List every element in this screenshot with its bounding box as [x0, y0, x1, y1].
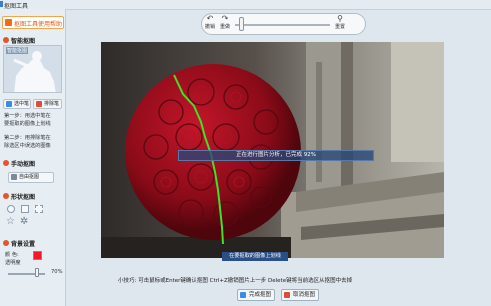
cancel-icon: [284, 292, 290, 298]
reset-button[interactable]: ⚲ 重置: [333, 14, 347, 31]
smart-section-title: 智能抠图: [11, 38, 36, 45]
select-brush-label: 选中笔: [14, 101, 30, 107]
color-label: 颜 色:: [5, 252, 19, 258]
tip-text: 小技巧: 可击鼠标或Enter键确认抠图 Ctrl+Z撤销图片上一步 Delet…: [118, 278, 353, 284]
title-bar: 抠图工具: [0, 0, 491, 10]
confirm-icon: [240, 292, 246, 298]
smart-section-icon: [3, 37, 9, 43]
redo-button[interactable]: ↷ 重做: [218, 14, 232, 31]
undo-button[interactable]: ↶ 撤销: [203, 14, 217, 31]
background-color-swatch[interactable]: [33, 251, 42, 260]
canvas-tip: 在要抠取的图像上划线: [222, 252, 288, 261]
freehand-cutout-icon: [11, 174, 17, 180]
zoom-slider-knob[interactable]: [239, 17, 244, 31]
star-shape-icon[interactable]: ☆: [6, 217, 16, 227]
reset-icon: ⚲: [337, 14, 343, 23]
help-button-label: 抠图工具使用帮助: [14, 21, 63, 28]
manual-section-title: 手动抠图: [11, 161, 36, 168]
cancel-cutout-label: 取消抠图: [293, 292, 316, 298]
help-icon: [5, 19, 12, 26]
opacity-label: 透明度: [5, 260, 21, 266]
cancel-cutout-button[interactable]: 取消抠图: [281, 289, 319, 301]
heart-shape-icon[interactable]: ✲: [20, 217, 30, 227]
remove-brush-button[interactable]: 排除笔: [33, 99, 62, 109]
opacity-slider-knob[interactable]: [35, 268, 39, 277]
redo-label: 重做: [219, 24, 230, 30]
remove-brush-label: 排除笔: [44, 101, 60, 107]
analysis-progress: 正在进行图片分析，已完成 92%: [178, 150, 374, 161]
freehand-cutout-label: 自由抠图: [19, 174, 40, 180]
undo-label: 撤销: [204, 24, 215, 30]
opacity-value: 70%: [51, 269, 63, 275]
smart-thumbnail: 智能抠图: [3, 45, 62, 93]
help-button[interactable]: 抠图工具使用帮助: [2, 16, 64, 29]
rounded-rect-shape-icon[interactable]: [21, 205, 29, 213]
step1-line2: 要抠取的图像上划线: [4, 121, 51, 127]
background-section-icon: [3, 240, 9, 246]
step1-line1: 第一步：用选中笔在: [4, 113, 51, 119]
undo-icon: ↶: [206, 14, 214, 23]
zoom-slider-track[interactable]: [235, 24, 330, 26]
circle-shape-icon[interactable]: [7, 205, 15, 213]
rect-shape-icon[interactable]: [35, 205, 43, 213]
reset-label: 重置: [334, 24, 345, 30]
freehand-cutout-button[interactable]: 自由抠图: [8, 172, 54, 183]
select-brush-icon: [6, 101, 12, 107]
manual-section-icon: [3, 160, 9, 166]
redo-icon: ↷: [221, 14, 229, 23]
confirm-cutout-button[interactable]: 完成抠图: [237, 289, 275, 301]
shape-section-icon: [3, 193, 9, 199]
thumbnail-label: 智能抠图: [6, 47, 29, 54]
shape-section-title: 形状抠图: [11, 194, 36, 201]
app-icon: [0, 1, 3, 7]
opacity-slider-track[interactable]: [8, 273, 45, 275]
background-section-title: 背景设置: [11, 241, 36, 248]
remove-brush-icon: [36, 101, 42, 107]
select-brush-button[interactable]: 选中笔: [3, 99, 31, 109]
step2-line2: 除选区中误选的图像: [4, 143, 51, 149]
step2-line1: 第二步：用排除笔在: [4, 135, 51, 141]
confirm-cutout-label: 完成抠图: [249, 292, 272, 298]
